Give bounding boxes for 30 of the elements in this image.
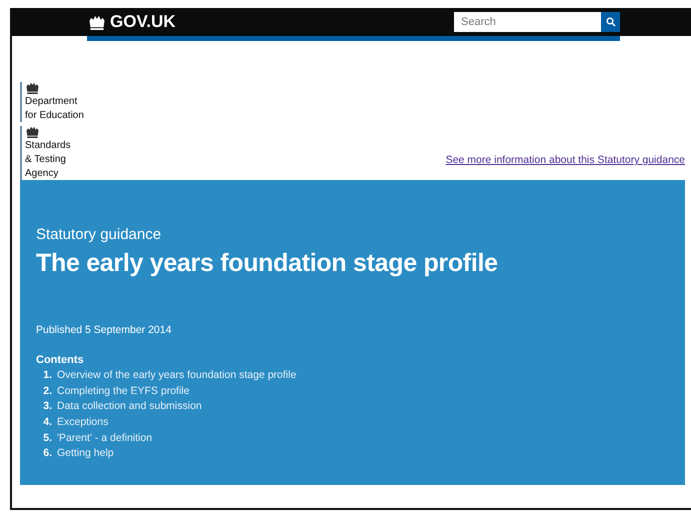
contents-link[interactable]: Overview of the early years foundation stage profile bbox=[57, 368, 296, 381]
more-info-link[interactable]: See more information about this Statutory guidance bbox=[446, 154, 685, 166]
item-number: 5. bbox=[42, 432, 52, 444]
item-number: 1. bbox=[42, 368, 52, 381]
crown-icon bbox=[87, 14, 107, 30]
crest-icon bbox=[25, 82, 40, 94]
contents-link[interactable]: Completing the EYFS profile bbox=[57, 384, 190, 397]
crest-icon bbox=[25, 126, 40, 138]
published-date: Published 5 September 2014 bbox=[36, 324, 172, 336]
item-number: 6. bbox=[42, 447, 52, 460]
contents-link[interactable]: Getting help bbox=[57, 447, 114, 460]
organisation-name: & Testing bbox=[25, 154, 67, 166]
search-icon bbox=[606, 17, 616, 27]
search-button[interactable] bbox=[601, 12, 620, 32]
organisation-name: Department bbox=[25, 96, 78, 108]
organisation-name: for Education bbox=[25, 110, 84, 122]
govuk-logo[interactable]: GOV.UK bbox=[87, 12, 176, 32]
page-title: The early years foundation stage profile bbox=[36, 249, 499, 278]
item-number: 3. bbox=[42, 400, 52, 412]
organisation-name: Agency bbox=[25, 168, 60, 180]
contents-link[interactable]: 'Parent' - a definition bbox=[57, 432, 152, 444]
item-number: 2. bbox=[42, 384, 52, 397]
document-type: Statutory guidance bbox=[36, 226, 162, 243]
item-number: 4. bbox=[42, 416, 52, 428]
organisation-name: Standards bbox=[25, 140, 72, 152]
contents-link[interactable]: Exceptions bbox=[57, 416, 108, 428]
search-field[interactable]: Search bbox=[454, 12, 601, 32]
contents-link[interactable]: Data collection and submission bbox=[57, 400, 202, 412]
organisation-logo[interactable]: Department for Education bbox=[20, 82, 84, 122]
contents-heading: Contents bbox=[36, 354, 85, 366]
